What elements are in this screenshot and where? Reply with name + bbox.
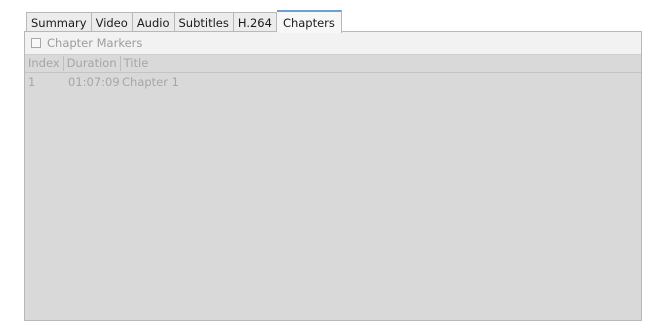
tab-video[interactable]: Video (91, 12, 133, 32)
chapter-markers-option[interactable]: Chapter Markers (25, 32, 641, 55)
chapter-title[interactable]: Chapter 1 (119, 75, 179, 89)
settings-tab-bar: Summary Video Audio Subtitles H.264 Chap… (26, 10, 342, 33)
tab-audio[interactable]: Audio (132, 12, 175, 32)
column-header-duration[interactable]: Duration (64, 56, 121, 71)
chapter-duration: 01:07:09 (68, 74, 120, 89)
tab-h264[interactable]: H.264 (233, 12, 277, 32)
tab-chapters[interactable]: Chapters (276, 10, 342, 33)
chapters-panel: Chapter Markers Index Duration Title 1 0… (24, 31, 642, 321)
chapters-table-header: Index Duration Title (25, 55, 641, 73)
chapter-index: 1 (28, 74, 36, 89)
chapter-markers-checkbox[interactable] (31, 38, 41, 48)
column-header-index[interactable]: Index (25, 56, 64, 71)
encoder-settings-window: Summary Video Audio Subtitles H.264 Chap… (0, 0, 649, 321)
column-header-title[interactable]: Title (121, 56, 152, 71)
table-row[interactable]: 1 01:07:09 Chapter 1 (25, 73, 641, 90)
tab-subtitles[interactable]: Subtitles (174, 12, 234, 32)
chapter-markers-label: Chapter Markers (47, 36, 143, 50)
tab-summary[interactable]: Summary (26, 12, 92, 32)
